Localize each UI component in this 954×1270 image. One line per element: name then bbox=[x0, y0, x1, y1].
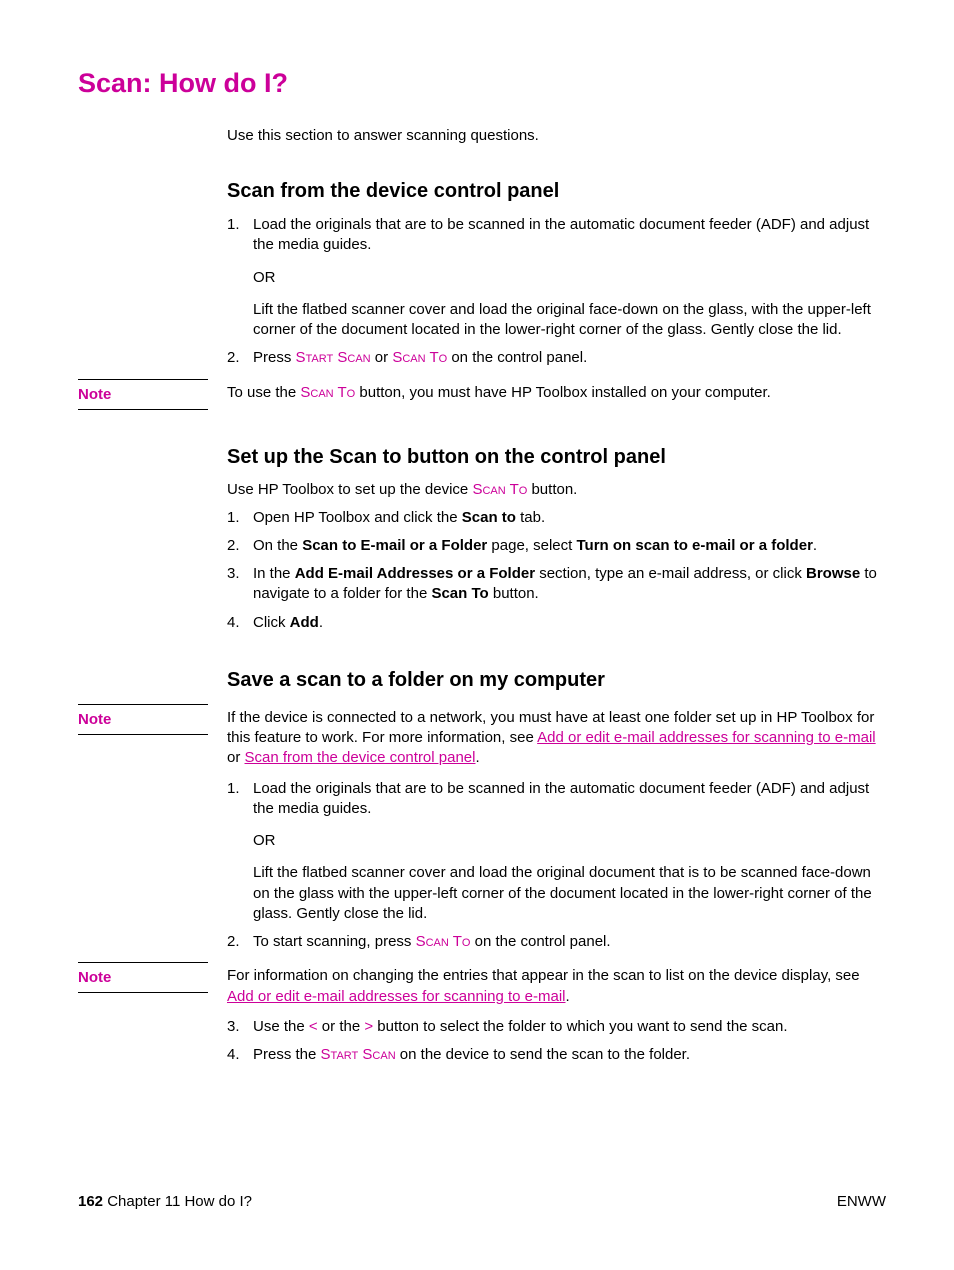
list-number: 3. bbox=[227, 564, 253, 605]
step-text: In the bbox=[253, 565, 295, 582]
list-item: 2. To start scanning, press Scan To on t… bbox=[227, 932, 886, 952]
step-text: Press bbox=[253, 349, 296, 366]
step-text: . bbox=[319, 614, 323, 631]
bold-text: Browse bbox=[806, 565, 860, 582]
note-text: To use the bbox=[227, 384, 300, 401]
list-number: 3. bbox=[227, 1017, 253, 1037]
list-number: 1. bbox=[227, 215, 253, 340]
button-name: Scan To bbox=[392, 349, 447, 366]
section-intro: button. bbox=[527, 481, 577, 498]
step-text: Lift the flatbed scanner cover and load … bbox=[253, 863, 886, 924]
page-title: Scan: How do I? bbox=[78, 68, 886, 99]
button-symbol: > bbox=[364, 1018, 373, 1035]
step-text: To start scanning, press bbox=[253, 933, 416, 950]
link-add-edit-email[interactable]: Add or edit e-mail addresses for scannin… bbox=[227, 988, 566, 1005]
list-number: 2. bbox=[227, 536, 253, 556]
bold-text: Add E-mail Addresses or a Folder bbox=[295, 565, 535, 582]
button-name: Scan To bbox=[416, 933, 471, 950]
page-number: 162 bbox=[78, 1193, 103, 1210]
step-text: Press the bbox=[253, 1046, 321, 1063]
note-text: . bbox=[566, 988, 570, 1005]
note-label: Note bbox=[78, 704, 208, 735]
button-name: Start Scan bbox=[321, 1046, 396, 1063]
note-block: Note To use the Scan To button, you must… bbox=[78, 379, 886, 410]
button-symbol: < bbox=[309, 1018, 318, 1035]
step-text: Lift the flatbed scanner cover and load … bbox=[253, 300, 886, 341]
list-number: 4. bbox=[227, 1045, 253, 1065]
step-text: page, select bbox=[487, 537, 576, 554]
intro-text: Use this section to answer scanning ques… bbox=[227, 127, 886, 144]
step-text: . bbox=[813, 537, 817, 554]
list-number: 4. bbox=[227, 613, 253, 633]
step-text: Use the bbox=[253, 1018, 309, 1035]
note-text: or bbox=[227, 749, 245, 766]
bold-text: Scan to E-mail or a Folder bbox=[302, 537, 487, 554]
list-item: 1. Load the originals that are to be sca… bbox=[227, 215, 886, 340]
button-name: Scan To bbox=[300, 384, 355, 401]
note-text: For information on changing the entries … bbox=[227, 967, 860, 984]
note-text: button, you must have HP Toolbox install… bbox=[355, 384, 771, 401]
link-scan-from-control-panel[interactable]: Scan from the device control panel bbox=[245, 749, 476, 766]
step-text: Open HP Toolbox and click the bbox=[253, 509, 462, 526]
note-label: Note bbox=[78, 962, 208, 993]
bold-text: Add bbox=[290, 614, 319, 631]
button-name: Scan To bbox=[472, 481, 527, 498]
note-block: Note For information on changing the ent… bbox=[78, 962, 886, 1007]
step-text: On the bbox=[253, 537, 302, 554]
list-item: 3. In the Add E-mail Addresses or a Fold… bbox=[227, 564, 886, 605]
list-number: 1. bbox=[227, 779, 253, 925]
step-text: on the control panel. bbox=[470, 933, 610, 950]
note-text: . bbox=[475, 749, 479, 766]
note-block: Note If the device is connected to a net… bbox=[78, 704, 886, 769]
list-item: 1. Load the originals that are to be sca… bbox=[227, 779, 886, 925]
step-text: on the device to send the scan to the fo… bbox=[396, 1046, 690, 1063]
step-text: Click bbox=[253, 614, 290, 631]
list-item: 4. Press the Start Scan on the device to… bbox=[227, 1045, 886, 1065]
section-heading-2: Set up the Scan to button on the control… bbox=[227, 446, 886, 469]
list-number: 2. bbox=[227, 348, 253, 368]
or-text: OR bbox=[253, 268, 886, 288]
page-footer: 162 Chapter 11 How do I? ENWW bbox=[78, 1193, 886, 1210]
section-heading-1: Scan from the device control panel bbox=[227, 180, 886, 203]
bold-text: Scan To bbox=[431, 585, 488, 602]
list-item: 2. On the Scan to E-mail or a Folder pag… bbox=[227, 536, 886, 556]
chapter-label: Chapter 11 How do I? bbox=[103, 1193, 252, 1210]
list-item: 3. Use the < or the > button to select t… bbox=[227, 1017, 886, 1037]
footer-right: ENWW bbox=[837, 1193, 886, 1210]
step-text: button to select the folder to which you… bbox=[373, 1018, 787, 1035]
step-text: Load the originals that are to be scanne… bbox=[253, 215, 886, 256]
list-item: 1. Open HP Toolbox and click the Scan to… bbox=[227, 508, 886, 528]
step-text: or the bbox=[318, 1018, 365, 1035]
step-text: or bbox=[371, 349, 393, 366]
link-add-edit-email[interactable]: Add or edit e-mail addresses for scannin… bbox=[537, 729, 876, 746]
section-intro: Use HP Toolbox to set up the device bbox=[227, 481, 472, 498]
step-text: tab. bbox=[516, 509, 545, 526]
step-text: Load the originals that are to be scanne… bbox=[253, 779, 886, 820]
step-text: button. bbox=[489, 585, 539, 602]
bold-text: Turn on scan to e-mail or a folder bbox=[576, 537, 812, 554]
step-text: on the control panel. bbox=[447, 349, 587, 366]
list-item: 4. Click Add. bbox=[227, 613, 886, 633]
step-text: section, type an e-mail address, or clic… bbox=[535, 565, 806, 582]
section-heading-3: Save a scan to a folder on my computer bbox=[227, 669, 886, 692]
list-number: 1. bbox=[227, 508, 253, 528]
bold-text: Scan to bbox=[462, 509, 516, 526]
button-name: Start Scan bbox=[296, 349, 371, 366]
list-number: 2. bbox=[227, 932, 253, 952]
or-text: OR bbox=[253, 831, 886, 851]
list-item: 2. Press Start Scan or Scan To on the co… bbox=[227, 348, 886, 368]
note-label: Note bbox=[78, 379, 208, 410]
